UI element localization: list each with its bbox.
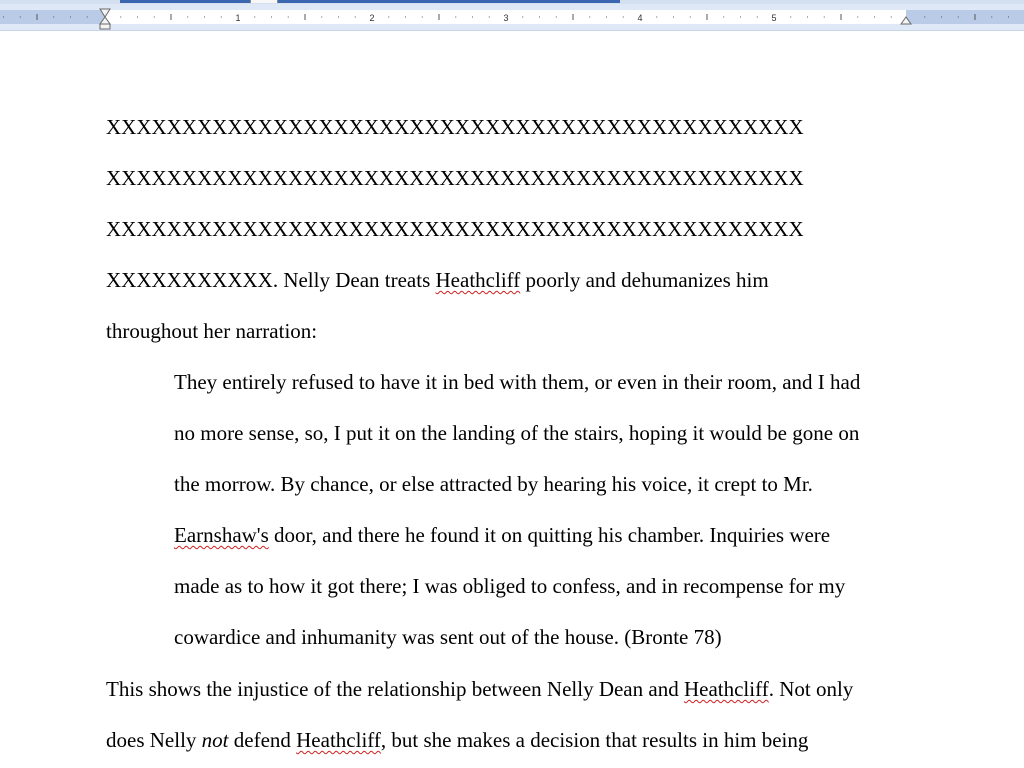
- ruler-tick: [488, 16, 490, 18]
- ruler-tick: [890, 16, 892, 18]
- ruler-tick: [522, 16, 524, 18]
- ruler-tick: [254, 16, 256, 18]
- horizontal-ruler[interactable]: 1 2 3 4 5: [0, 4, 1024, 31]
- ruler-tick: [455, 16, 457, 18]
- misspelled-word[interactable]: Heathcliff: [436, 268, 521, 292]
- ruler-tick: [974, 14, 976, 20]
- ruler-tick: [19, 16, 21, 18]
- ruler-tick: [1008, 16, 1009, 18]
- ruler-tick: [86, 16, 88, 18]
- ruler-tick: [137, 16, 138, 18]
- ruler-tick: [388, 16, 390, 18]
- ruler-tick: [790, 16, 792, 18]
- ruler-tick: [673, 16, 674, 18]
- ruler-tick: [555, 16, 557, 18]
- ruler-number-5: 5: [771, 13, 776, 23]
- ruler-tick: [321, 16, 323, 18]
- text-run: poorly and dehumanizes him: [520, 268, 769, 292]
- ruler-tick: [941, 16, 942, 18]
- ruler-left-margin: [0, 10, 104, 24]
- text-run: defend: [228, 728, 297, 752]
- ruler-number-1: 1: [235, 13, 240, 23]
- ruler-tick: [957, 16, 959, 18]
- ruler-tick: [539, 16, 540, 18]
- ruler-tick: [706, 14, 708, 20]
- ruler-tick: [740, 16, 741, 18]
- ruler-tick: [304, 14, 306, 20]
- block-quote-line-1: They entirely refused to have it in bed …: [174, 370, 861, 394]
- text-run: does Nelly: [106, 728, 202, 752]
- ruler-tick: [572, 14, 574, 20]
- ruler-tick: [53, 16, 55, 18]
- ruler-tick: [271, 16, 272, 18]
- misspelled-word[interactable]: Earnshaw's: [174, 523, 269, 547]
- block-quote-line-2: no more sense, so, I put it on the landi…: [174, 421, 860, 445]
- ruler-tick: [153, 16, 155, 18]
- ruler-number-4: 4: [637, 13, 642, 23]
- ruler-tick: [338, 16, 339, 18]
- block-quote-line-4: Earnshaw's door, and there he found it o…: [174, 523, 830, 547]
- ruler-tick: [354, 16, 356, 18]
- ruler-scale: 1 2 3 4 5: [0, 8, 1024, 30]
- ruler-tick: [36, 14, 38, 20]
- ruler-tick: [421, 16, 423, 18]
- block-quote-line-3: the morrow. By chance, or else attracted…: [174, 472, 813, 496]
- ruler-tick: [3, 16, 4, 18]
- ruler-tick: [170, 14, 172, 20]
- block-quote-line-5: made as to how it got there; I was oblig…: [174, 574, 846, 598]
- ruler-tick: [756, 16, 758, 18]
- ruler-right-margin: [906, 10, 1024, 24]
- ruler-tick: [840, 14, 842, 20]
- ruler-tick: [405, 16, 406, 18]
- paragraph-2-line-1: This shows the injustice of the relation…: [106, 677, 853, 701]
- ruler-tick: [924, 16, 926, 18]
- text-run: , but she makes a decision that results …: [380, 728, 809, 752]
- text-run: This shows the injustice of the relation…: [106, 677, 684, 701]
- ruler-number-2: 2: [369, 13, 374, 23]
- paragraph-2-line-2: does Nelly not defend Heathcliff, but sh…: [106, 728, 808, 752]
- paragraph-1-line-4: XXXXXXXXXXX. Nelly Dean treats Heathclif…: [106, 268, 769, 292]
- ruler-tick: [204, 16, 205, 18]
- ruler-tick: [220, 16, 222, 18]
- paragraph-1-line-5: throughout her narration:: [106, 319, 318, 343]
- text-run: door, and there he found it on quitting …: [268, 523, 831, 547]
- ruler-tick: [857, 16, 859, 18]
- misspelled-word[interactable]: Heathcliff: [296, 728, 381, 752]
- text-run: . Not only: [768, 677, 854, 701]
- ruler-tick: [606, 16, 607, 18]
- redacted-line-3: XXXXXXXXXXXXXXXXXXXXXXXXXXXXXXXXXXXXXXXX…: [106, 217, 804, 241]
- ruler-tick: [689, 16, 691, 18]
- ruler-tick: [874, 16, 875, 18]
- document-page[interactable]: XXXXXXXXXXXXXXXXXXXXXXXXXXXXXXXXXXXXXXXX…: [0, 31, 1024, 768]
- title-notch: [250, 0, 278, 3]
- ruler-tick: [723, 16, 725, 18]
- ruler-tick: [656, 16, 658, 18]
- title-band: [120, 0, 620, 3]
- ruler-number-3: 3: [503, 13, 508, 23]
- redacted-line-1: XXXXXXXXXXXXXXXXXXXXXXXXXXXXXXXXXXXXXXXX…: [106, 115, 804, 139]
- ruler-tick: [622, 16, 624, 18]
- redacted-line-2: XXXXXXXXXXXXXXXXXXXXXXXXXXXXXXXXXXXXXXXX…: [106, 166, 804, 190]
- misspelled-word[interactable]: Heathcliff: [684, 677, 769, 701]
- ruler-tick: [120, 16, 122, 18]
- ruler-tick: [70, 16, 71, 18]
- italic-word: not: [201, 728, 229, 752]
- ruler-tick: [187, 16, 189, 18]
- ruler-tick: [438, 14, 440, 20]
- block-quote-line-6: cowardice and inhumanity was sent out of…: [174, 625, 722, 649]
- ruler-tick: [589, 16, 591, 18]
- ruler-tick: [807, 16, 808, 18]
- ruler-tick: [991, 16, 993, 18]
- ruler-tick: [823, 16, 825, 18]
- ruler-tick: [472, 16, 473, 18]
- ruler-tick: [287, 16, 289, 18]
- text-run: XXXXXXXXXXX. Nelly Dean treats: [106, 268, 436, 292]
